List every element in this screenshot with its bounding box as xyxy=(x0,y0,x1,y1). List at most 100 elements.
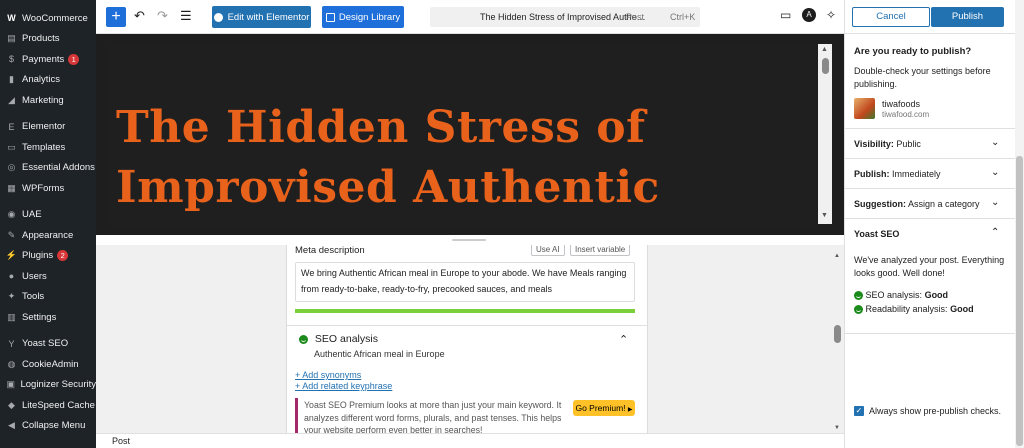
sidebar-item-analytics[interactable]: ▮ Analytics xyxy=(0,70,96,91)
notification-badge: 1 xyxy=(68,53,80,65)
hero-banner: The Hidden Stress of Improvised Authenti… xyxy=(108,44,816,226)
sidebar-item-uae[interactable]: ◉ UAE xyxy=(0,205,96,226)
yoast-icon: Y xyxy=(8,338,15,349)
document-overview-icon[interactable]: ☰ xyxy=(180,8,192,24)
insert-variable-button[interactable]: Insert variable xyxy=(570,245,631,256)
megaphone-icon: ◢ xyxy=(8,94,15,105)
sidebar-item-tools[interactable]: ✦ Tools xyxy=(0,287,96,308)
sidebar-item-settings[interactable]: ▥ Settings xyxy=(0,307,96,328)
visibility-row[interactable]: Visibility: Public ⌄ xyxy=(845,128,1016,158)
sidebar-item-templates[interactable]: ▭ Templates xyxy=(0,137,96,158)
sidebar-item-loginizer-security[interactable]: ▣ Loginizer Security xyxy=(0,375,96,396)
chevron-up-icon[interactable]: ⌃ xyxy=(619,333,628,346)
readability-result: Readability analysis: Good xyxy=(854,304,974,315)
design-library-button[interactable]: Design Library xyxy=(322,6,404,28)
add-synonyms-link[interactable]: + Add synonyms xyxy=(295,370,361,380)
sidebar-item-cookieadmin[interactable]: ◍ CookieAdmin xyxy=(0,354,96,375)
elementor-icon xyxy=(213,12,223,22)
collapse-icon: ◀ xyxy=(8,420,15,431)
add-related-keyphrase-link[interactable]: + Add related keyphrase xyxy=(295,381,392,391)
sidebar-item-essential-addons[interactable]: ◎ Essential Addons xyxy=(0,158,96,179)
suggestion-label: Suggestion: xyxy=(854,199,906,209)
panel-scrollbar-thumb[interactable] xyxy=(1016,156,1023,446)
post-title-line-1: The Hidden Stress of xyxy=(116,102,646,153)
suggestion-value: Assign a category xyxy=(908,199,980,209)
ai-sparkle-icon[interactable]: ✧ xyxy=(826,8,836,22)
uae-icon: ◉ xyxy=(7,209,16,220)
checkbox-checked-icon[interactable]: ✓ xyxy=(854,406,864,416)
scroll-up-icon[interactable]: ▲ xyxy=(821,46,828,53)
prepublish-checks-toggle[interactable]: ✓ Always show pre-publish checks. xyxy=(854,406,1001,416)
meta-scroll-up-icon[interactable]: ▲ xyxy=(834,253,840,259)
footer-breadcrumb[interactable]: Post xyxy=(112,436,130,446)
meta-resize-handle[interactable] xyxy=(96,235,844,245)
yoast-meta-box: Meta description Use AI Insert variable … xyxy=(286,245,648,433)
post-title[interactable]: The Hidden Stress of Improvised Authenti… xyxy=(116,98,816,226)
sidebar-item-appearance[interactable]: ✎ Appearance xyxy=(0,225,96,246)
good-smiley-icon xyxy=(299,334,308,344)
form-icon: ▦ xyxy=(7,182,16,193)
site-url: tiwafood.com xyxy=(882,110,930,119)
editor-toolbar: + ↶ ↷ ☰ Edit with Elementor Design Libra… xyxy=(96,0,844,34)
sidebar-item-products[interactable]: ▤ Products xyxy=(0,29,96,50)
prepublish-question: Are you ready to publish? xyxy=(854,46,972,57)
admin-sidebar: W WooCommerce ▤ Products $ Payments 1 ▮ Analytic… xyxy=(0,0,96,448)
canvas-scrollbar-thumb[interactable] xyxy=(822,58,829,74)
command-palette-bar[interactable]: The Hidden Stress of Improvised Authe… P… xyxy=(430,7,700,27)
go-premium-button[interactable]: Go Premium! ▶ xyxy=(573,400,635,416)
cookie-icon: ◍ xyxy=(7,358,16,369)
library-icon xyxy=(325,12,335,22)
meta-scrollbar-thumb[interactable] xyxy=(834,325,841,343)
undo-icon[interactable]: ↶ xyxy=(134,8,145,24)
publish-button[interactable]: Publish xyxy=(931,7,1004,27)
sidebar-item-payments[interactable]: $ Payments 1 xyxy=(0,49,96,70)
preview-icon[interactable]: ▭ xyxy=(780,8,791,22)
sidebar-item-marketing[interactable]: ◢ Marketing xyxy=(0,90,96,111)
command-shortcut: Ctrl+K xyxy=(670,12,696,22)
sidebar-item-litespeed-cache[interactable]: ◆ LiteSpeed Cache xyxy=(0,395,96,416)
premium-upsell-text: Yoast SEO Premium looks at more than jus… xyxy=(304,400,562,433)
use-ai-button[interactable]: Use AI xyxy=(531,245,565,256)
astra-icon[interactable]: A xyxy=(802,8,816,22)
scroll-down-icon[interactable]: ▼ xyxy=(821,212,828,219)
sidebar-item-wpforms[interactable]: ▦ WPForms xyxy=(0,178,96,199)
meta-description-field[interactable]: We bring Authentic African meal in Europ… xyxy=(295,262,635,302)
command-title: The Hidden Stress of Improvised Authe… xyxy=(480,12,646,22)
suggestion-row[interactable]: Suggestion: Assign a category ⌄ xyxy=(845,188,1016,218)
panel-scrollbar[interactable] xyxy=(1015,0,1024,448)
good-smiley-icon xyxy=(854,305,863,315)
wrench-icon: ✦ xyxy=(7,291,16,302)
redo-icon[interactable]: ↷ xyxy=(157,8,168,24)
seo-analysis-header[interactable]: SEO analysis xyxy=(299,333,378,345)
sidebar-item-label: WPForms xyxy=(22,182,65,194)
sidebar-item-elementor[interactable]: E Elementor xyxy=(0,117,96,138)
prepublish-checks-label: Always show pre-publish checks. xyxy=(869,406,1002,416)
sidebar-item-woocommerce[interactable]: W WooCommerce xyxy=(0,8,96,29)
archive-icon: ▤ xyxy=(7,33,16,44)
folder-icon: ▭ xyxy=(7,141,16,152)
sidebar-item-users[interactable]: ● Users xyxy=(0,266,96,287)
meta-scroll-down-icon[interactable]: ▼ xyxy=(834,425,840,431)
add-block-button[interactable]: + xyxy=(106,7,126,27)
meta-boxes-area: Meta description Use AI Insert variable … xyxy=(96,245,844,433)
publish-date-value: Immediately xyxy=(892,169,941,179)
sidebar-item-label: Appearance xyxy=(22,229,74,241)
go-premium-label: Go Premium! xyxy=(575,403,626,413)
design-library-label: Design Library xyxy=(338,11,401,23)
publish-date-row[interactable]: Publish: Immediately ⌄ xyxy=(845,158,1016,188)
yoast-row[interactable]: Yoast SEO ⌃ xyxy=(845,218,1016,248)
prepublish-description: Double-check your settings before publis… xyxy=(854,66,991,89)
edit-with-elementor-button[interactable]: Edit with Elementor xyxy=(212,6,311,28)
meta-scrollbar[interactable]: ▲ ▼ xyxy=(833,253,842,431)
seo-analysis-title: SEO analysis xyxy=(314,333,378,345)
site-icon xyxy=(854,98,875,119)
sidebar-item-label: Elementor xyxy=(22,121,66,133)
sidebar-item-plugins[interactable]: ⚡ Plugins 2 xyxy=(0,246,96,267)
cancel-button[interactable]: Cancel xyxy=(852,7,930,27)
sidebar-item-label: Collapse Menu xyxy=(22,420,86,432)
sidebar-item-label: Users xyxy=(22,270,47,282)
sidebar-item-collapse-menu[interactable]: ◀ Collapse Menu xyxy=(0,416,96,437)
brush-icon: ✎ xyxy=(7,229,16,240)
sidebar-item-yoast-seo[interactable]: Y Yoast SEO xyxy=(0,334,96,355)
diamond-icon: ◆ xyxy=(8,399,15,410)
